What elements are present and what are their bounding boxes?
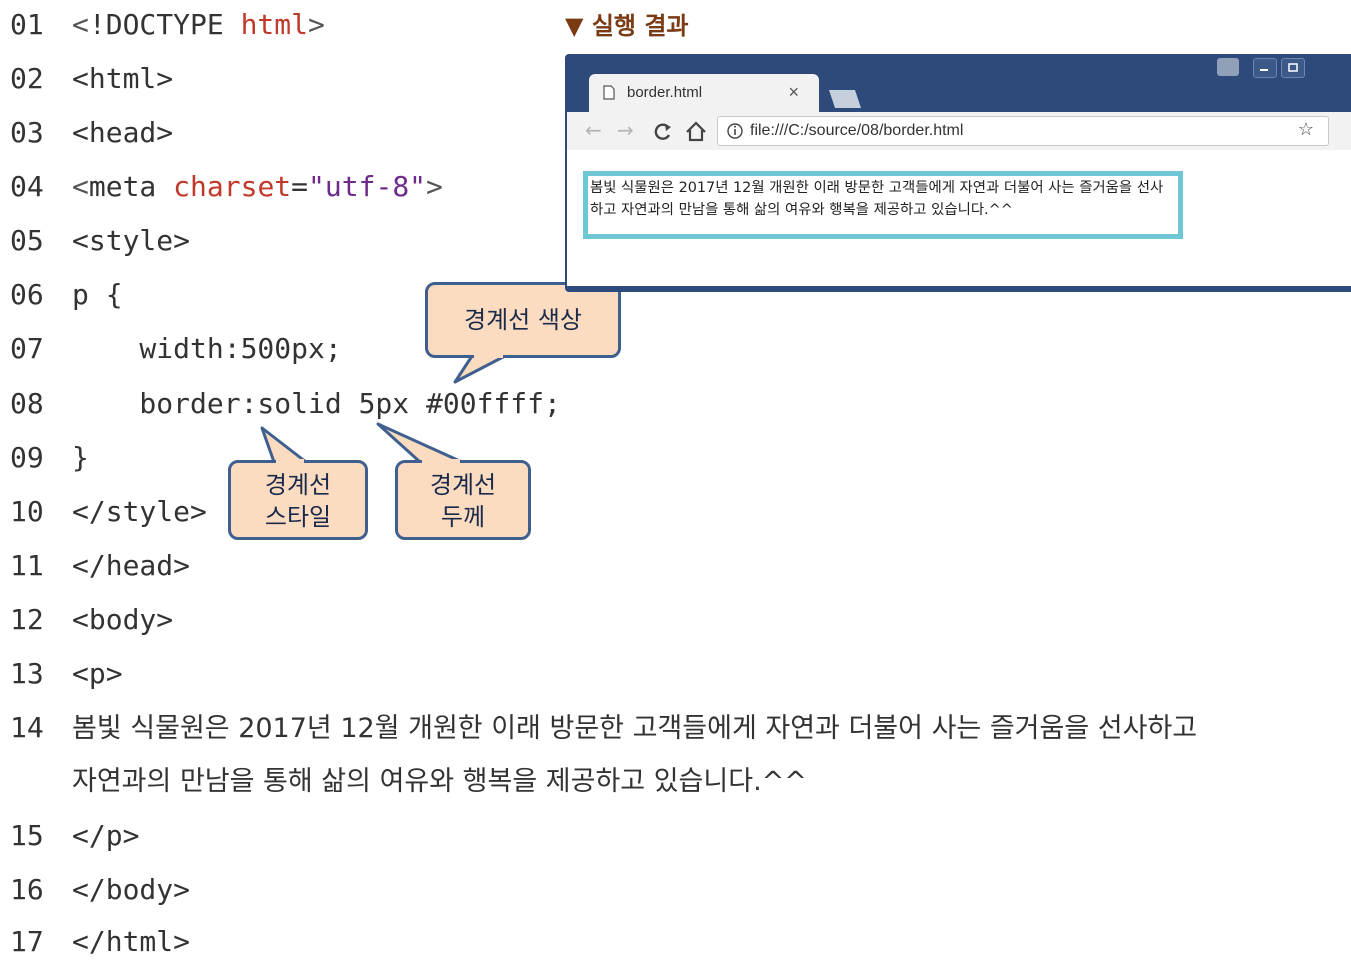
bordered-paragraph: 봄빛 식물원은 2017년 12월 개원한 이래 방문한 고객들에게 자연과 더… (583, 171, 1183, 239)
user-icon[interactable] (1217, 58, 1239, 76)
result-title: ▼ 실행 결과 (565, 12, 689, 40)
forward-icon[interactable]: → (617, 118, 634, 142)
tab-label: border.html (627, 84, 703, 101)
new-tab-button[interactable] (827, 88, 863, 110)
address-bar[interactable]: file:///C:/source/08/border.html ☆ (717, 116, 1329, 146)
reload-icon[interactable] (653, 122, 673, 142)
url-text: file:///C:/source/08/border.html (750, 122, 964, 139)
bookmark-star-icon[interactable]: ☆ (1298, 119, 1314, 140)
browser-tab[interactable]: border.html × (589, 74, 819, 112)
browser-window: border.html × ← → file:///C:/source/08/b… (565, 54, 1351, 292)
back-icon[interactable]: ← (585, 118, 602, 142)
minimize-icon[interactable] (1253, 58, 1277, 78)
browser-toolbar: ← → file:///C:/source/08/border.html ☆ (567, 112, 1351, 150)
maximize-icon[interactable] (1281, 58, 1305, 78)
paragraph-text: 봄빛 식물원은 2017년 12월 개원한 이래 방문한 고객들에게 자연과 더… (590, 180, 1164, 218)
close-icon[interactable]: × (788, 82, 799, 103)
browser-page: 봄빛 식물원은 2017년 12월 개원한 이래 방문한 고객들에게 자연과 더… (567, 150, 1351, 286)
document-icon (603, 85, 615, 100)
info-icon[interactable] (726, 121, 744, 139)
home-icon[interactable] (685, 121, 707, 143)
